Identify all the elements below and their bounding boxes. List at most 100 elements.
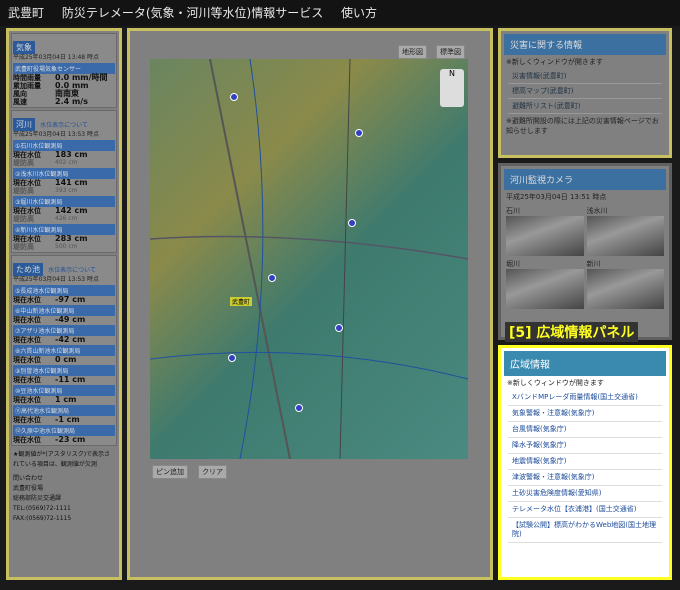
- camera-name: 石川: [506, 207, 520, 215]
- disaster-link[interactable]: 標高マップ(武豊町): [508, 84, 662, 99]
- top-bar: 武豊町 防災テレメータ(気象・河川等水位)情報サービス 使い方: [0, 0, 680, 26]
- map-marker[interactable]: [295, 404, 303, 412]
- camera-name: 新川: [586, 260, 601, 268]
- now-label: 現在水位: [13, 296, 41, 304]
- camera-name: 堀川: [506, 260, 520, 268]
- wide-link[interactable]: 気象警報・注意報(気象庁): [508, 406, 662, 422]
- pond-block: ため池 水位表示について 平成25年03月04日 13:53 時点 ⑤長成池水位…: [11, 255, 117, 446]
- levee-label: 堤防高: [13, 243, 34, 251]
- river-levee-value: 500 cm: [55, 243, 78, 250]
- disaster-link[interactable]: 災害情報(武豊町): [508, 69, 662, 84]
- now-label: 現在水位: [13, 356, 41, 364]
- now-label: 現在水位: [13, 151, 41, 159]
- pin-add-button[interactable]: ピン追加: [152, 465, 188, 479]
- page-title: 防災テレメータ(気象・河川等水位)情報サービス: [61, 6, 324, 20]
- map-marker[interactable]: [228, 354, 236, 362]
- contact-line: 総務部防災交通課: [13, 495, 62, 502]
- pond-time: 平成25年03月04日 13:53 時点: [13, 276, 100, 283]
- footer-note: ★観測値が*(アスタリスク)で表示されている項目は、観測値が欠測: [13, 451, 111, 468]
- town-label: 武豊町: [230, 297, 253, 306]
- wide-link[interactable]: 台風情報(気象庁): [508, 422, 662, 438]
- wide-note: ※新しくウィンドウが開きます: [507, 379, 604, 387]
- wide-link[interactable]: 土砂災害危険度情報(愛知県): [508, 486, 662, 502]
- pond-info-link[interactable]: 水位表示について: [48, 267, 96, 274]
- pond-now-row: 現在水位 -23 cm: [13, 435, 115, 445]
- map-marker[interactable]: [348, 219, 356, 227]
- wide-link[interactable]: 【試験公開】標高がわかるWeb地図(国土地理院): [508, 518, 662, 543]
- pond-now-value: -97 cm: [55, 295, 86, 304]
- camera-image: [506, 269, 584, 309]
- now-label: 現在水位: [13, 336, 41, 344]
- levee-label: 堤防高: [13, 187, 34, 195]
- contact-line: FAX:(0569)72-1115: [13, 515, 72, 522]
- river-levee-value: 393 cm: [55, 187, 78, 194]
- disaster-note: ※新しくウィンドウが開きます: [506, 58, 603, 66]
- now-label: 現在水位: [13, 376, 41, 384]
- contact-line: TEL:(0569)72-1111: [13, 505, 71, 512]
- contact-line: 武豊町役場: [13, 485, 44, 492]
- wide-area-info-panel: 広域情報 ※新しくウィンドウが開きます XバンドMPレーダ雨量情報(国土交通省)…: [498, 345, 672, 580]
- usage-link[interactable]: 使い方: [341, 6, 377, 20]
- pond-now-value: -1 cm: [55, 415, 80, 424]
- camera-heading: 河川監視カメラ: [504, 169, 666, 190]
- now-label: 現在水位: [13, 316, 41, 324]
- pond-now-value: -23 cm: [55, 435, 86, 444]
- river-levee-row: 堤防高 426 cm: [13, 215, 115, 223]
- levee-label: 堤防高: [13, 215, 34, 223]
- camera-time: 平成25年03月04日 13:51 時点: [506, 193, 607, 201]
- river-now-value: 283 cm: [55, 234, 88, 243]
- map-marker[interactable]: [268, 274, 276, 282]
- now-label: 現在水位: [13, 235, 41, 243]
- now-label: 現在水位: [13, 396, 41, 404]
- wide-link[interactable]: テレメータ水位【衣浦港】(国土交通省): [508, 502, 662, 518]
- river-block: 河川 水位表示について 平成25年03月04日 13:53 時点 ①石川水位観測…: [11, 110, 117, 253]
- wide-link[interactable]: 津波警報・注意報(気象庁): [508, 470, 662, 486]
- camera-tile[interactable]: 新川: [586, 259, 664, 309]
- levee-label: 堤防高: [13, 159, 34, 167]
- weather-value: 2.4 m/s: [55, 97, 88, 106]
- map-marker[interactable]: [355, 129, 363, 137]
- camera-tile[interactable]: 堀川: [506, 259, 584, 309]
- disaster-foot: ※避難所開設の際には上記の災害情報ページでお知らせします: [506, 117, 659, 135]
- terrain-map-button[interactable]: 地形図: [398, 45, 427, 59]
- river-now-row: 現在水位 283 cm: [13, 234, 115, 244]
- river-levee-value: 402 cm: [55, 159, 78, 166]
- map-marker[interactable]: [230, 93, 238, 101]
- camera-image: [506, 216, 584, 256]
- camera-tile[interactable]: 浅水川: [586, 206, 664, 256]
- weather-row: 風速 2.4 m/s: [13, 97, 115, 107]
- river-now-row: 現在水位 141 cm: [13, 178, 115, 188]
- contact-line: 問い合わせ: [13, 475, 44, 482]
- now-label: 現在水位: [13, 207, 41, 215]
- river-info-link[interactable]: 水位表示について: [40, 122, 88, 129]
- town-name: 武豊町: [8, 6, 45, 20]
- pond-now-value: -42 cm: [55, 335, 86, 344]
- weather-label: 風向: [13, 90, 27, 98]
- disaster-heading: 災害に関する情報: [504, 34, 666, 55]
- river-now-row: 現在水位 183 cm: [13, 151, 115, 160]
- river-levee-row: 堤防高 393 cm: [13, 187, 115, 195]
- map-canvas[interactable]: N 武豊町: [150, 59, 468, 459]
- weather-time: 平成25年03月04日 13:48 時点: [13, 54, 100, 61]
- standard-map-button[interactable]: 標準図: [436, 45, 465, 59]
- pond-now-row: 現在水位 -1 cm: [13, 415, 115, 425]
- pond-now-row: 現在水位 0 cm: [13, 356, 115, 365]
- camera-image: [586, 269, 664, 309]
- wide-link[interactable]: 地震情報(気象庁): [508, 454, 662, 470]
- now-label: 現在水位: [13, 179, 41, 187]
- contact-info: 問い合わせ武豊町役場総務部防災交通課 TEL:(0569)72-1111 FAX:(…: [11, 472, 117, 526]
- disaster-info-panel: 災害に関する情報 ※新しくウィンドウが開きます 災害情報(武豊町) 標高マップ(武…: [498, 28, 672, 158]
- camera-tile[interactable]: 石川: [506, 206, 584, 256]
- wide-link[interactable]: XバンドMPレーダ雨量情報(国土交通省): [508, 390, 662, 406]
- river-now-row: 現在水位 142 cm: [13, 207, 115, 216]
- weather-block: 気象 平成25年03月04日 13:48 時点 武豊町役場気象センサー 時間雨量…: [11, 33, 117, 108]
- river-levee-row: 堤防高 402 cm: [13, 159, 115, 167]
- river-now-value: 141 cm: [55, 178, 88, 187]
- disaster-link[interactable]: 避難所リスト(武豊町): [508, 99, 662, 114]
- clear-button[interactable]: クリア: [198, 465, 227, 479]
- pond-now-value: 1 cm: [55, 395, 77, 404]
- map-marker[interactable]: [335, 324, 343, 332]
- camera-image: [586, 216, 664, 256]
- weather-label: 累加雨量: [13, 82, 41, 90]
- wide-link[interactable]: 降水予報(気象庁): [508, 438, 662, 454]
